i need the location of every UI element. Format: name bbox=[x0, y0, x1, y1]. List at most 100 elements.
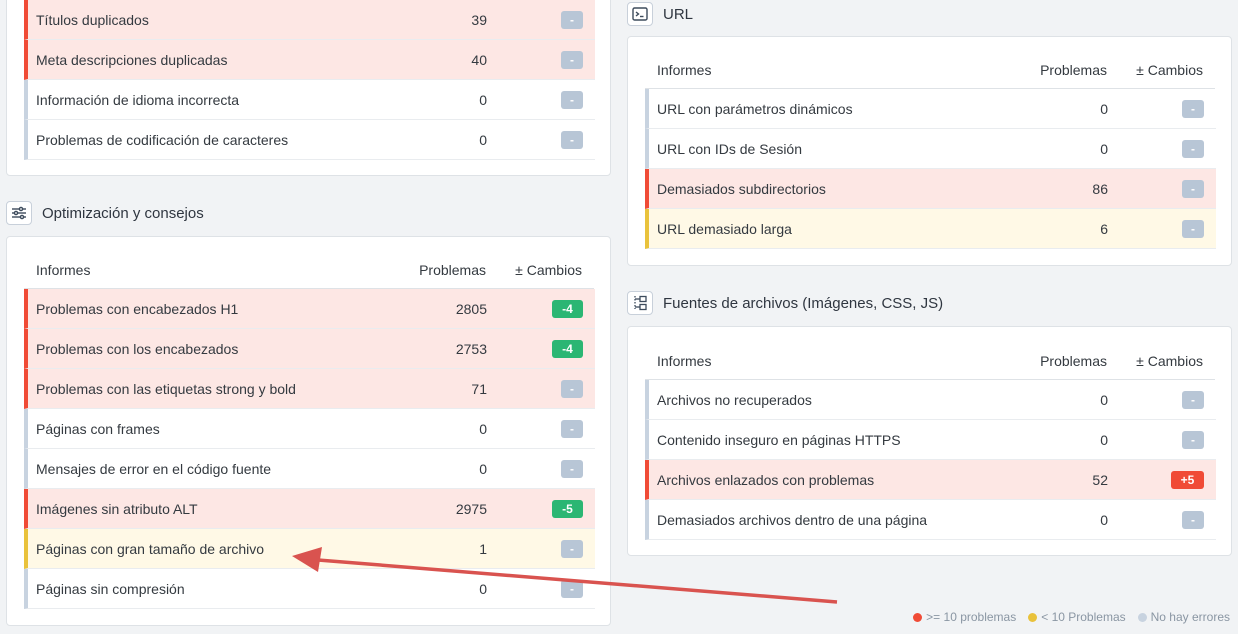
table-row[interactable]: Demasiados archivos dentro de una página… bbox=[645, 500, 1216, 540]
problem-count: 0 bbox=[479, 420, 487, 437]
legend-yellow: < 10 Problemas bbox=[1028, 610, 1126, 624]
report-name[interactable]: Archivos no recuperados bbox=[657, 392, 812, 408]
optimization-card: Informes Problemas ± Cambios Problemas c… bbox=[6, 236, 611, 626]
change-badge: - bbox=[561, 90, 583, 109]
change-badge: - bbox=[561, 10, 583, 29]
problem-count: 0 bbox=[1100, 100, 1108, 117]
table-row[interactable]: URL demasiado larga 6 - bbox=[645, 209, 1216, 249]
change-badge: - bbox=[1182, 390, 1204, 409]
table-row[interactable]: Mensajes de error en el código fuente 0 - bbox=[24, 449, 595, 489]
change-badge: -4 bbox=[552, 339, 583, 358]
report-name[interactable]: Problemas con encabezados H1 bbox=[36, 301, 238, 317]
report-name[interactable]: Páginas sin compresión bbox=[36, 581, 185, 597]
problem-count: 71 bbox=[471, 380, 487, 397]
yellow-dot-icon bbox=[1028, 613, 1038, 622]
header-changes[interactable]: ± Cambios bbox=[515, 262, 582, 278]
change-badge: - bbox=[561, 459, 583, 478]
change-badge: - bbox=[561, 419, 583, 438]
gray-dot-icon bbox=[1137, 613, 1147, 622]
problem-count: 0 bbox=[1100, 431, 1108, 448]
problem-count: 0 bbox=[479, 580, 487, 597]
table-header: Informes Problemas ± Cambios bbox=[24, 251, 594, 289]
report-name[interactable]: Meta descripciones duplicadas bbox=[36, 52, 227, 68]
url-card: Informes Problemas ± Cambios URL con par… bbox=[627, 36, 1232, 266]
report-name[interactable]: Títulos duplicados bbox=[36, 12, 149, 28]
header-changes[interactable]: ± Cambios bbox=[1136, 353, 1203, 369]
header-reports: Informes bbox=[36, 261, 91, 278]
table-row[interactable]: Títulos duplicados 39 - bbox=[24, 0, 595, 40]
table-row[interactable]: Problemas con los encabezados 2753 -4 bbox=[24, 329, 595, 369]
file-tree-icon bbox=[627, 291, 653, 315]
report-name[interactable]: Información de idioma incorrecta bbox=[36, 92, 239, 108]
report-name[interactable]: Imágenes sin atributo ALT bbox=[36, 501, 198, 517]
table-row[interactable]: Páginas con frames 0 - bbox=[24, 409, 595, 449]
table-header: Informes Problemas ± Cambios bbox=[645, 51, 1215, 89]
change-badge: -5 bbox=[552, 499, 583, 518]
report-name[interactable]: Problemas con los encabezados bbox=[36, 341, 238, 357]
table-row[interactable]: Páginas con gran tamaño de archivo 1 - bbox=[24, 529, 595, 569]
header-problems[interactable]: Problemas bbox=[1040, 62, 1107, 78]
change-badge: - bbox=[1182, 430, 1204, 449]
problem-count: 52 bbox=[1092, 471, 1108, 488]
table-row[interactable]: Contenido inseguro en páginas HTTPS 0 - bbox=[645, 420, 1216, 460]
report-name[interactable]: URL con parámetros dinámicos bbox=[657, 101, 853, 117]
legend: >= 10 problemas < 10 Problemas No hay er… bbox=[913, 610, 1230, 624]
change-badge: - bbox=[561, 379, 583, 398]
problem-count: 0 bbox=[1100, 140, 1108, 157]
table-header: Informes Problemas ± Cambios bbox=[645, 342, 1215, 380]
files-section-title: Fuentes de archivos (Imágenes, CSS, JS) bbox=[627, 291, 943, 315]
report-name[interactable]: Páginas con gran tamaño de archivo bbox=[36, 541, 264, 557]
problem-count: 0 bbox=[479, 460, 487, 477]
report-name[interactable]: Archivos enlazados con problemas bbox=[657, 472, 874, 488]
report-name[interactable]: URL demasiado larga bbox=[657, 221, 792, 237]
red-dot-icon bbox=[913, 613, 923, 622]
section-title-text: Optimización y consejos bbox=[42, 204, 204, 222]
header-changes[interactable]: ± Cambios bbox=[1136, 62, 1203, 78]
change-badge: +5 bbox=[1171, 470, 1204, 489]
report-name[interactable]: Problemas de codificación de caracteres bbox=[36, 132, 288, 148]
table-row[interactable]: Problemas con las etiquetas strong y bol… bbox=[24, 369, 595, 409]
change-badge: - bbox=[1182, 219, 1204, 238]
change-badge: - bbox=[561, 50, 583, 69]
change-badge: - bbox=[561, 579, 583, 598]
change-badge: - bbox=[1182, 139, 1204, 158]
table-row[interactable]: Información de idioma incorrecta 0 - bbox=[24, 80, 595, 120]
report-name[interactable]: Problemas con las etiquetas strong y bol… bbox=[36, 381, 296, 397]
header-problems[interactable]: Problemas bbox=[1040, 353, 1107, 369]
terminal-icon bbox=[627, 2, 653, 26]
problem-count: 40 bbox=[471, 51, 487, 68]
table-row[interactable]: Imágenes sin atributo ALT 2975 -5 bbox=[24, 489, 595, 529]
problem-count: 39 bbox=[471, 11, 487, 28]
table-row[interactable]: Páginas sin compresión 0 - bbox=[24, 569, 595, 609]
table-row[interactable]: Problemas de codificación de caracteres 0… bbox=[24, 120, 595, 160]
problem-count: 0 bbox=[479, 91, 487, 108]
table-row[interactable]: Problemas con encabezados H1 2805 -4 bbox=[24, 289, 595, 329]
url-section-title: URL bbox=[627, 2, 693, 26]
problem-count: 1 bbox=[479, 540, 487, 557]
table-row[interactable]: Meta descripciones duplicadas 40 - bbox=[24, 40, 595, 80]
legend-red: >= 10 problemas bbox=[913, 610, 1016, 624]
table-row[interactable]: URL con IDs de Sesión 0 - bbox=[645, 129, 1216, 169]
problem-count: 2975 bbox=[455, 500, 487, 517]
table-row[interactable]: Archivos no recuperados 0 - bbox=[645, 380, 1216, 420]
report-name[interactable]: Páginas con frames bbox=[36, 421, 160, 437]
change-badge: - bbox=[1182, 179, 1204, 198]
table-row[interactable]: Archivos enlazados con problemas 52 +5 bbox=[645, 460, 1216, 500]
report-name[interactable]: Demasiados archivos dentro de una página bbox=[657, 512, 927, 528]
optimization-section-title: Optimización y consejos bbox=[6, 201, 204, 225]
header-reports: Informes bbox=[657, 352, 712, 369]
report-name[interactable]: Contenido inseguro en páginas HTTPS bbox=[657, 432, 901, 448]
problem-count: 2805 bbox=[455, 300, 487, 317]
table-row[interactable]: URL con parámetros dinámicos 0 - bbox=[645, 89, 1216, 129]
header-problems[interactable]: Problemas bbox=[419, 262, 486, 278]
section-title-text: URL bbox=[663, 5, 694, 23]
change-badge: -4 bbox=[552, 299, 583, 318]
change-badge: - bbox=[1182, 510, 1204, 529]
files-card: Informes Problemas ± Cambios Archivos no… bbox=[627, 326, 1232, 556]
table-row[interactable]: Demasiados subdirectorios 86 - bbox=[645, 169, 1216, 209]
report-name[interactable]: URL con IDs de Sesión bbox=[657, 141, 802, 157]
report-name[interactable]: Mensajes de error en el código fuente bbox=[36, 461, 271, 477]
problem-count: 2753 bbox=[455, 340, 487, 357]
change-badge: - bbox=[561, 539, 583, 558]
report-name[interactable]: Demasiados subdirectorios bbox=[657, 181, 826, 197]
